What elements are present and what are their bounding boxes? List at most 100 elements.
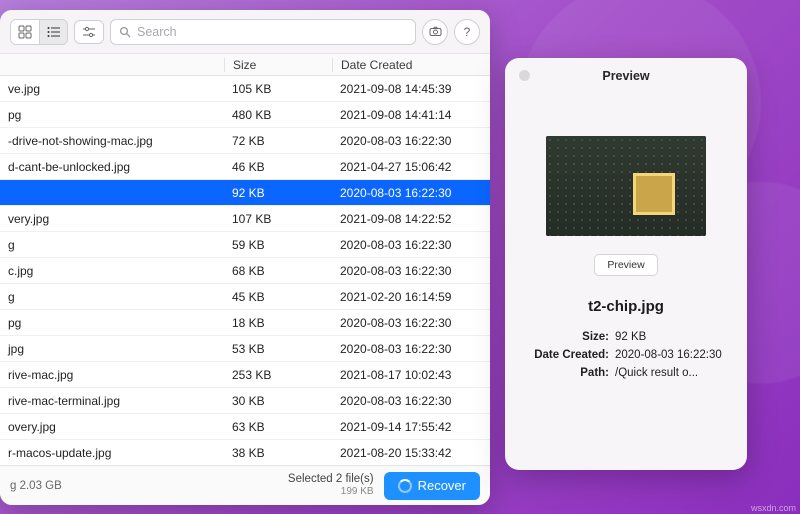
cell-date: 2021-02-20 16:14:59 — [332, 290, 490, 304]
meta-size-label: Size: — [523, 331, 609, 343]
grid-view-button[interactable] — [11, 20, 39, 44]
preview-title: Preview — [602, 69, 649, 83]
cell-date: 2021-08-17 10:02:43 — [332, 368, 490, 382]
footer-bar: g 2.03 GB Selected 2 file(s) 199 KB Reco… — [0, 465, 490, 505]
table-row[interactable]: g59 KB2020-08-03 16:22:30 — [0, 232, 490, 258]
table-row[interactable]: ve.jpg105 KB2021-09-08 14:45:39 — [0, 76, 490, 102]
preview-filename: t2-chip.jpg — [588, 298, 664, 315]
header-date[interactable]: Date Created — [332, 58, 490, 72]
screenshot-button[interactable] — [422, 19, 448, 45]
preview-open-button[interactable]: Preview — [594, 254, 657, 276]
cell-size: 480 KB — [224, 108, 332, 122]
cell-size: 38 KB — [224, 446, 332, 460]
preview-metadata: Size: 92 KB Date Created: 2020-08-03 16:22… — [517, 331, 735, 385]
cell-size: 107 KB — [224, 212, 332, 226]
cell-name: r-macos-update.jpg — [0, 446, 224, 460]
table-row[interactable]: overy.jpg63 KB2021-09-14 17:55:42 — [0, 414, 490, 440]
preview-titlebar: Preview — [517, 66, 735, 86]
cell-size: 63 KB — [224, 420, 332, 434]
scan-status-text: g 2.03 GB — [10, 480, 288, 492]
cell-date: 2021-09-14 17:55:42 — [332, 420, 490, 434]
cell-name: -drive-not-showing-mac.jpg — [0, 134, 224, 148]
cell-name: overy.jpg — [0, 420, 224, 434]
cell-name: rive-mac-terminal.jpg — [0, 394, 224, 408]
cell-size: 18 KB — [224, 316, 332, 330]
search-box[interactable] — [110, 19, 416, 45]
cell-date: 2020-08-03 16:22:30 — [332, 238, 490, 252]
cell-name: very.jpg — [0, 212, 224, 226]
table-row[interactable]: very.jpg107 KB2021-09-08 14:22:52 — [0, 206, 490, 232]
cell-size: 68 KB — [224, 264, 332, 278]
list-icon — [47, 25, 61, 39]
file-list-window: ? Size Date Created ve.jpg105 KB2021-09-… — [0, 10, 490, 505]
filter-button[interactable] — [74, 20, 104, 44]
search-input[interactable] — [137, 25, 407, 39]
cell-date: 2021-09-08 14:22:52 — [332, 212, 490, 226]
toolbar: ? — [0, 10, 490, 54]
cell-date: 2021-04-27 15:06:42 — [332, 160, 490, 174]
table-row[interactable]: c.jpg68 KB2020-08-03 16:22:30 — [0, 258, 490, 284]
cell-name: ve.jpg — [0, 82, 224, 96]
cell-date: 2021-09-08 14:41:14 — [332, 108, 490, 122]
cell-name: rive-mac.jpg — [0, 368, 224, 382]
table-row[interactable]: jpg53 KB2020-08-03 16:22:30 — [0, 336, 490, 362]
cell-size: 72 KB — [224, 134, 332, 148]
help-icon: ? — [464, 25, 471, 39]
cell-name: jpg — [0, 342, 224, 356]
cell-size: 59 KB — [224, 238, 332, 252]
cell-name: d-cant-be-unlocked.jpg — [0, 160, 224, 174]
selection-summary: Selected 2 file(s) 199 KB — [288, 473, 374, 498]
meta-date-value: 2020-08-03 16:22:30 — [615, 349, 722, 361]
help-button[interactable]: ? — [454, 19, 480, 45]
list-view-button[interactable] — [39, 20, 67, 44]
view-mode-group — [10, 19, 68, 45]
meta-path-label: Path: — [523, 367, 609, 379]
meta-path-value: /Quick result o... — [615, 367, 698, 379]
cell-date: 2021-09-08 14:45:39 — [332, 82, 490, 96]
table-row[interactable]: rive-mac.jpg253 KB2021-08-17 10:02:43 — [0, 362, 490, 388]
preview-thumbnail — [546, 136, 706, 236]
close-icon[interactable] — [519, 70, 530, 81]
cell-date: 2020-08-03 16:22:30 — [332, 316, 490, 330]
header-size[interactable]: Size — [224, 58, 332, 72]
table-row[interactable]: g45 KB2021-02-20 16:14:59 — [0, 284, 490, 310]
cell-date: 2020-08-03 16:22:30 — [332, 186, 490, 200]
table-row[interactable]: r-macos-update.jpg38 KB2021-08-20 15:33:… — [0, 440, 490, 465]
cell-date: 2020-08-03 16:22:30 — [332, 264, 490, 278]
table-row[interactable]: d-cant-be-unlocked.jpg46 KB2021-04-27 15… — [0, 154, 490, 180]
preview-window: Preview Preview t2-chip.jpg Size: 92 KB D… — [505, 58, 747, 470]
meta-date-label: Date Created: — [523, 349, 609, 361]
spinner-icon — [398, 479, 412, 493]
table-row[interactable]: rive-mac-terminal.jpg30 KB2020-08-03 16:… — [0, 388, 490, 414]
meta-size-value: 92 KB — [615, 331, 646, 343]
table-row[interactable]: pg480 KB2021-09-08 14:41:14 — [0, 102, 490, 128]
file-rows: ve.jpg105 KB2021-09-08 14:45:39pg480 KB2… — [0, 76, 490, 465]
cell-name: pg — [0, 316, 224, 330]
cell-size: 92 KB — [224, 186, 332, 200]
cell-size: 45 KB — [224, 290, 332, 304]
cell-name: pg — [0, 108, 224, 122]
column-headers: Size Date Created — [0, 54, 490, 76]
recover-button-label: Recover — [418, 478, 466, 493]
cell-size: 30 KB — [224, 394, 332, 408]
table-row[interactable]: -drive-not-showing-mac.jpg72 KB2020-08-0… — [0, 128, 490, 154]
sliders-icon — [82, 25, 96, 39]
cell-name: g — [0, 238, 224, 252]
grid-icon — [18, 25, 32, 39]
cell-date: 2021-08-20 15:33:42 — [332, 446, 490, 460]
search-icon — [119, 26, 131, 38]
cell-date: 2020-08-03 16:22:30 — [332, 134, 490, 148]
cell-size: 53 KB — [224, 342, 332, 356]
cell-date: 2020-08-03 16:22:30 — [332, 342, 490, 356]
recover-button[interactable]: Recover — [384, 472, 480, 500]
cell-name: g — [0, 290, 224, 304]
cell-size: 253 KB — [224, 368, 332, 382]
camera-icon — [429, 25, 442, 38]
cell-size: 46 KB — [224, 160, 332, 174]
cell-date: 2020-08-03 16:22:30 — [332, 394, 490, 408]
selection-count: Selected 2 file(s) — [288, 473, 374, 486]
table-row[interactable]: 92 KB2020-08-03 16:22:30 — [0, 180, 490, 206]
table-row[interactable]: pg18 KB2020-08-03 16:22:30 — [0, 310, 490, 336]
selection-size: 199 KB — [288, 486, 374, 498]
watermark: wsxdn.com — [751, 503, 796, 513]
